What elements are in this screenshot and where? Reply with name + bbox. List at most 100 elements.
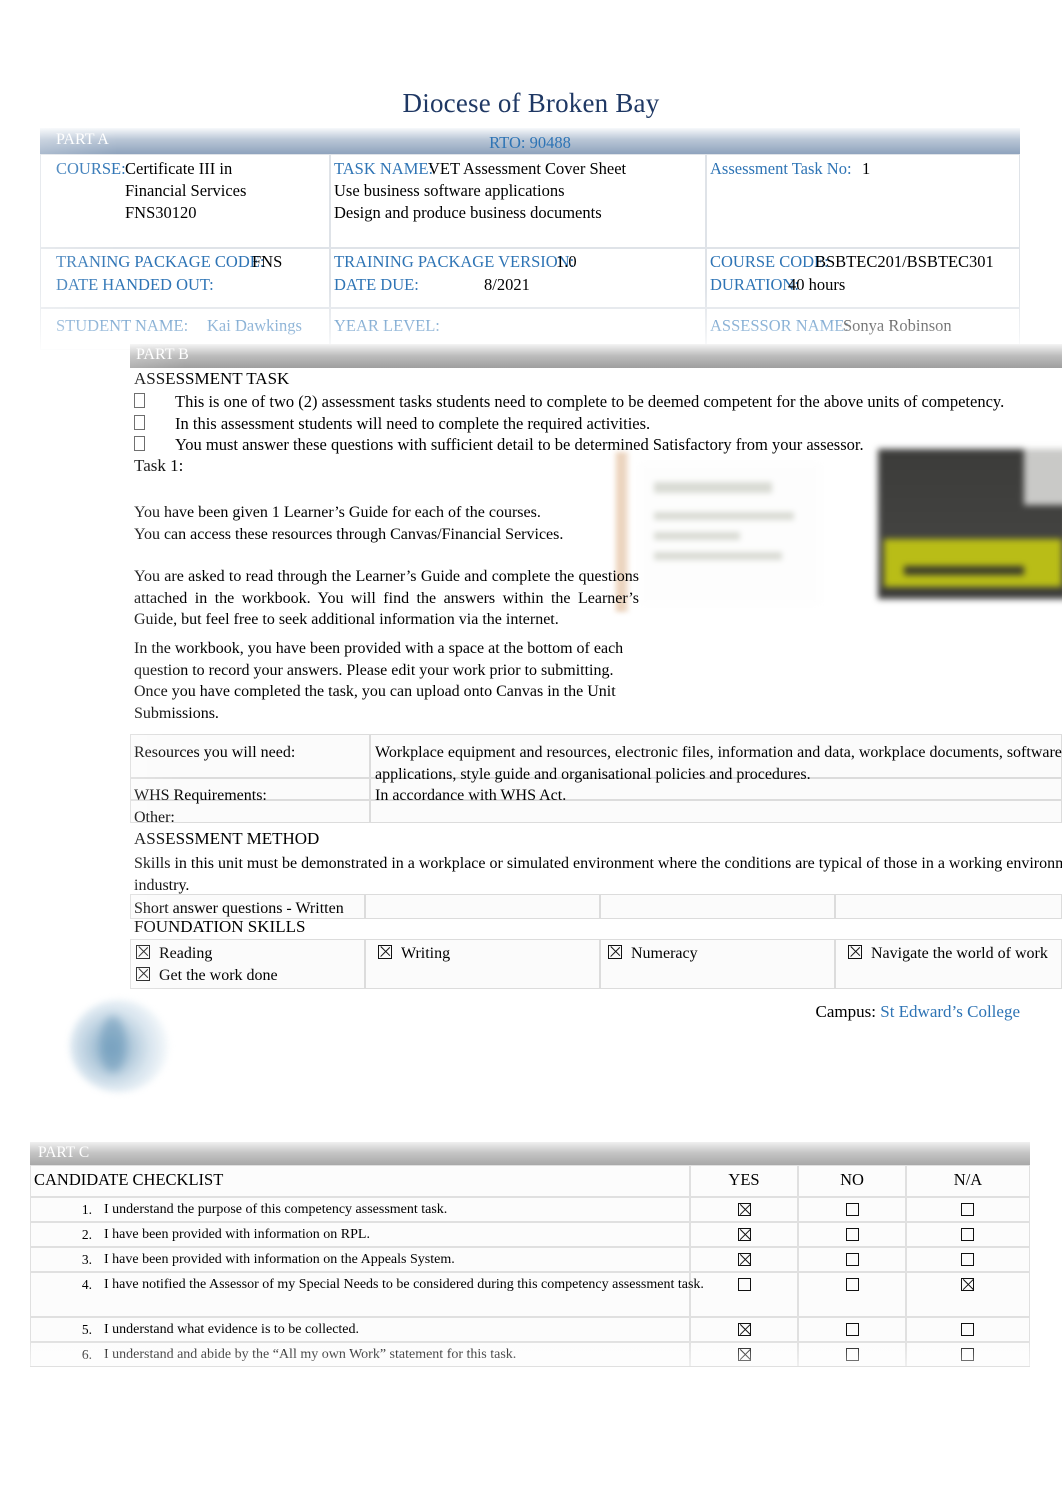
part-a-grid: RTO: 90488 COURSE: Certificate III in Fi… [40,133,1020,350]
cover-title-block [904,566,1024,575]
part-c-section: PART C CANDIDATE CHECKLIST YES NO N/A 1.… [30,1142,1030,1367]
foundation-skill-reading[interactable]: Reading [136,943,212,965]
year-level-label: YEAR LEVEL: [334,316,440,335]
task-name-label: TASK NAME: [334,159,434,178]
list-item: In this assessment students will need to… [134,414,650,434]
course-value-line2: Financial Services [125,181,247,200]
column-header-no: NO [840,1170,864,1189]
duration-label: DURATION: [710,275,799,294]
checkbox-no-icon[interactable] [846,1228,859,1241]
checkbox-checked-icon[interactable] [848,945,862,959]
candidate-checklist-title: CANDIDATE CHECKLIST [34,1170,224,1189]
course-value-line1: Certificate III in [125,159,233,178]
list-item: You must answer these questions with suf… [134,435,864,455]
checkbox-checked-icon[interactable] [378,945,392,959]
part-b-band: PART B [130,344,1062,368]
row-text: I understand what evidence is to be coll… [104,1322,360,1337]
checkbox-checked-icon[interactable] [136,967,150,981]
training-package-version-label: TRAINING PACKAGE VERSION: [334,252,575,271]
task-name-line3: Design and produce business documents [334,203,602,222]
row-text: I have notified the Assessor of my Speci… [104,1277,704,1292]
checkbox-yes-checked-icon[interactable] [738,1203,751,1216]
row-number: 5. [81,1322,92,1337]
duration-value: 40 hours [788,275,846,294]
cover-band [884,539,1062,587]
row-number: 6. [81,1347,92,1362]
row-text: I have been provided with information on… [104,1227,370,1242]
task-heading: Task 1: [134,456,184,475]
resources-value: Workplace equipment and resources, elect… [375,744,1062,783]
wingdings-bullet-icon [134,393,145,408]
checkbox-yes-checked-icon[interactable] [738,1323,751,1336]
whs-label: WHS Requirements: [134,787,267,804]
checkbox-na-icon[interactable] [961,1323,974,1336]
part-c-band: PART C [30,1142,1030,1165]
foundation-skill-get-the-work-done[interactable]: Get the work done [136,965,278,987]
checkbox-no-icon[interactable] [846,1348,859,1361]
course-value-line3: FNS30120 [125,203,197,222]
foundation-skill-navigate-world-of-work[interactable]: Navigate the world of work [848,943,1048,965]
checkbox-checked-icon[interactable] [136,945,150,959]
row-number: 4. [81,1277,92,1292]
checkbox-yes-checked-icon[interactable] [738,1253,751,1266]
para-1-line-1: You have been given 1 Learner’s Guide fo… [134,504,541,521]
foundation-skill-label: Navigate the world of work [871,945,1048,962]
student-name-value: Kai Dawkings [207,316,302,335]
row-number: 1. [81,1202,92,1217]
wingdings-bullet-icon [134,436,145,451]
checkbox-na-checked-icon[interactable] [961,1278,974,1291]
checkbox-na-icon[interactable] [961,1228,974,1241]
training-package-version-value: 1.0 [556,252,577,271]
assessment-method-heading: ASSESSMENT METHOD [134,829,320,848]
checkbox-no-icon[interactable] [846,1278,859,1291]
diocese-logo [70,1000,168,1092]
row-number: 2. [81,1227,92,1242]
checkbox-na-icon[interactable] [961,1348,974,1361]
task-name-line1: VET Assessment Cover Sheet [428,159,627,178]
row-text: I understand the purpose of this compete… [104,1202,448,1217]
checkbox-no-icon[interactable] [846,1253,859,1266]
assessor-name-value: Sonya Robinson [843,316,952,335]
checkbox-checked-icon[interactable] [608,945,622,959]
learners-guide-page-thumbnail [640,464,820,604]
campus-label: Campus: [815,1002,876,1021]
assessor-name-label: ASSESSOR NAME: [710,316,849,335]
checkbox-na-icon[interactable] [961,1203,974,1216]
training-package-code-value: FNS [252,252,283,271]
date-due-value: 8/2021 [484,275,530,294]
checkbox-yes-checked-icon[interactable] [738,1228,751,1241]
para-2: You are asked to read through the Learne… [134,568,639,628]
campus-value: St Edward’s College [880,1002,1020,1021]
para-1-line-2: You can access these resources through C… [134,526,564,543]
student-name-label: STUDENT NAME: [56,316,189,335]
foundation-skill-numeracy[interactable]: Numeracy [608,943,698,965]
document-page: Diocese of Broken Bay PART A RTO: 90488 … [0,0,1062,1506]
checkbox-na-icon[interactable] [961,1253,974,1266]
rto-number: RTO: 90488 [489,133,571,152]
assessment-task-heading: ASSESSMENT TASK [134,369,290,388]
foundation-skill-label: Numeracy [631,945,698,962]
part-a-table: PART A RTO: 90488 COURSE: Certificate II… [40,128,1020,350]
page-title: Diocese of Broken Bay [402,88,660,118]
cell-method-blank-3 [835,894,1062,919]
checkbox-no-icon[interactable] [846,1323,859,1336]
campus-line: Campus: St Edward’s College [600,1002,1020,1022]
row-number: 3. [81,1252,92,1267]
assessment-method-text: Skills in this unit must be demonstrated… [134,855,1062,894]
row-text: I have been provided with information on… [104,1252,455,1267]
cell-method-blank-2 [600,894,835,919]
task-name-line2: Use business software applications [334,181,565,200]
checkbox-yes-checked-icon[interactable] [738,1348,751,1361]
para-3: In the workbook, you have been provided … [134,640,624,722]
foundation-skill-writing[interactable]: Writing [378,943,450,965]
bullet-text: You must answer these questions with suf… [175,435,864,454]
course-code-value: BSBTEC201/BSBTEC301 [815,252,994,271]
checkbox-yes-icon[interactable] [738,1278,751,1291]
foundation-skill-label: Reading [159,945,213,962]
candidate-checklist-table: CANDIDATE CHECKLIST YES NO N/A 1. I unde… [30,1165,1030,1367]
date-handed-out-label: DATE HANDED OUT: [56,275,214,294]
course-code-label: COURSE CODE: [710,252,829,271]
checkbox-no-icon[interactable] [846,1203,859,1216]
other-label: Other: [134,809,175,826]
cell-method-blank-1 [365,894,600,919]
